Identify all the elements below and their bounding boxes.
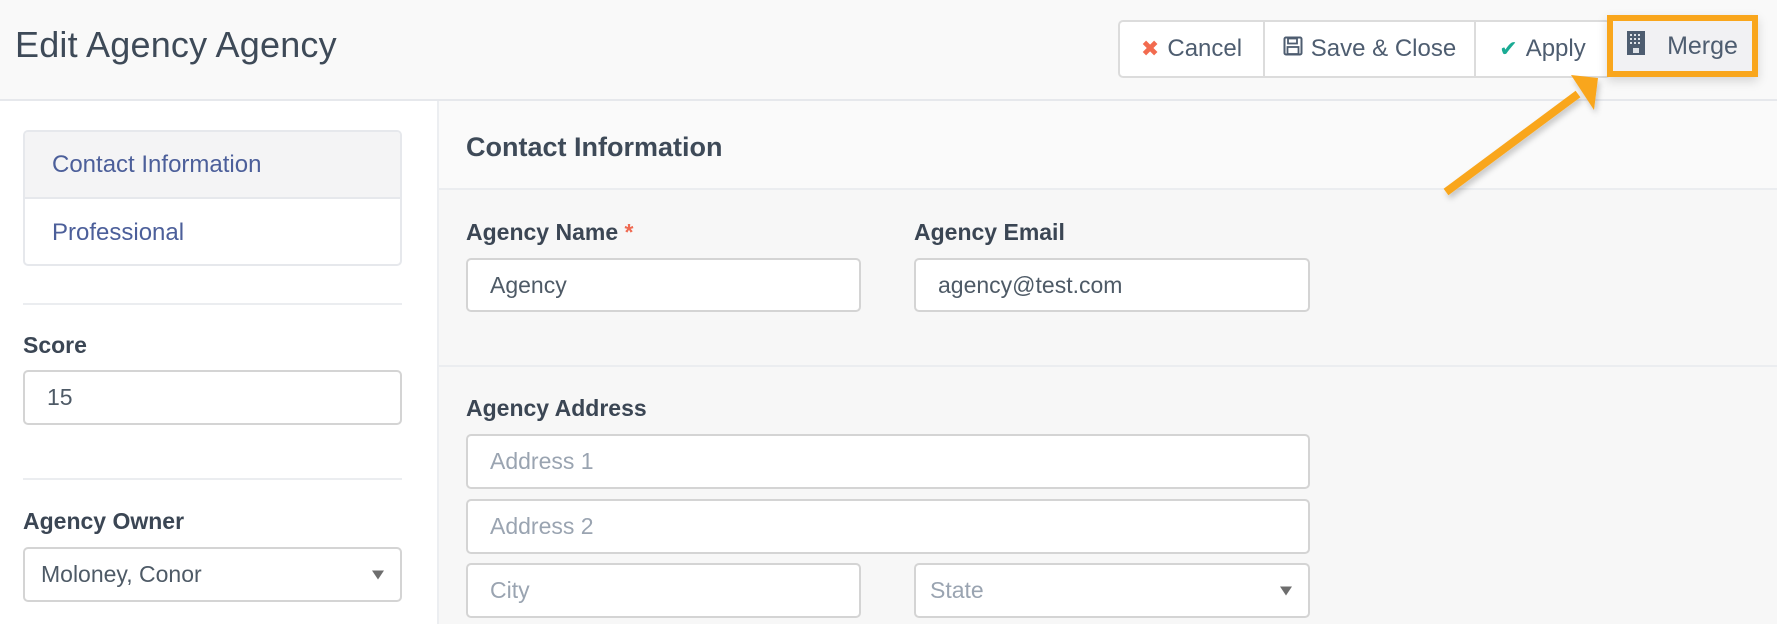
cancel-label: Cancel (1167, 35, 1243, 62)
floppy-disk-icon (1283, 35, 1303, 63)
score-label: Score (23, 332, 87, 358)
merge-button[interactable]: Merge (1607, 15, 1758, 77)
city-input[interactable]: City (466, 563, 861, 618)
address2-input[interactable]: Address 2 (466, 499, 1310, 554)
state-placeholder: State (930, 577, 984, 603)
chevron-down-icon (372, 570, 384, 579)
section-title: Contact Information (466, 132, 723, 162)
agency-email-label: Agency Email (914, 219, 1065, 245)
agency-owner-label: Agency Owner (23, 508, 185, 534)
agency-address-label: Agency Address (466, 395, 647, 421)
section-nav: Contact Information Professional (23, 130, 402, 266)
save-close-button[interactable]: Save & Close (1265, 22, 1476, 76)
agency-name-input[interactable]: Agency (466, 258, 861, 312)
cancel-button[interactable]: ✖ Cancel (1120, 22, 1265, 76)
page-title: Edit Agency Agency (15, 24, 337, 65)
chevron-down-icon (1280, 586, 1292, 595)
apply-button[interactable]: ✔ Apply (1476, 22, 1609, 76)
nav-item-professional[interactable]: Professional (25, 199, 400, 264)
close-icon: ✖ (1140, 36, 1160, 61)
agency-name-label-text: Agency Name (466, 219, 619, 245)
save-close-label: Save & Close (1310, 35, 1457, 62)
nav-item-contact-information[interactable]: Contact Information (25, 132, 400, 199)
building-icon (1627, 30, 1646, 62)
score-input[interactable]: 15 (23, 370, 402, 425)
agency-email-input[interactable]: agency@test.com (914, 258, 1310, 312)
divider (23, 478, 402, 480)
merge-label: Merge (1667, 31, 1738, 60)
apply-label: Apply (1525, 35, 1586, 62)
section-divider (439, 365, 1777, 367)
agency-owner-value: Moloney, Conor (41, 561, 202, 587)
state-select[interactable]: State (914, 563, 1310, 618)
address1-input[interactable]: Address 1 (466, 434, 1310, 489)
divider (23, 303, 402, 305)
agency-name-label: Agency Name * (466, 219, 633, 246)
checkmark-icon: ✔ (1499, 36, 1518, 61)
agency-owner-select[interactable]: Moloney, Conor (23, 547, 402, 602)
action-button-group: ✖ Cancel Save & Close ✔ Apply (1118, 20, 1611, 78)
required-marker: * (624, 219, 634, 245)
